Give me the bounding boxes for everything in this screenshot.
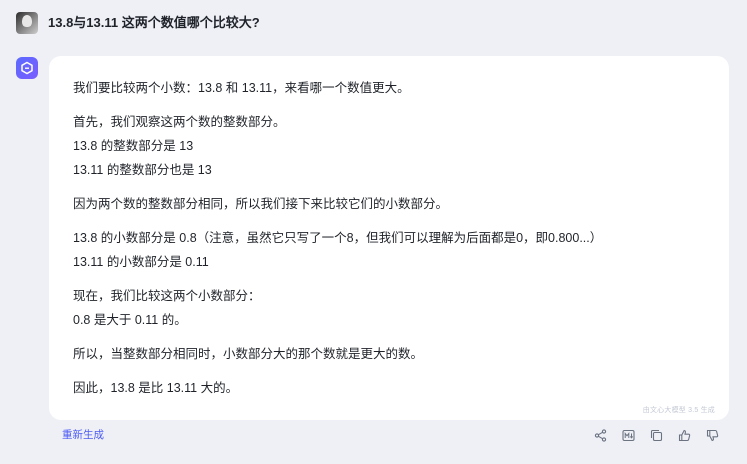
user-message: 13.8与13.11 这两个数值哪个比较大?: [16, 12, 260, 34]
answer-paragraph: 13.11 的整数部分也是 13: [73, 163, 212, 177]
user-avatar: [16, 12, 38, 34]
answer-paragraph: 13.11 的小数部分是 0.11: [73, 255, 209, 269]
share-icon[interactable]: [593, 428, 607, 442]
answer-paragraph: 13.8 的小数部分是 0.8（注意，虽然它只写了一个8，但我们可以理解为后面都…: [73, 231, 603, 245]
answer-paragraph: 0.8 是大于 0.11 的。: [73, 313, 187, 327]
regenerate-button[interactable]: 重新生成: [62, 428, 104, 442]
answer-paragraph: 13.8 的整数部分是 13: [73, 139, 194, 153]
answer-paragraph: 现在，我们比较这两个小数部分：: [73, 289, 261, 303]
bot-logo-icon: [21, 61, 33, 75]
answer-paragraph: 首先，我们观察这两个数的整数部分。: [73, 115, 286, 129]
markdown-icon[interactable]: [621, 428, 635, 442]
bot-avatar: [16, 57, 38, 79]
copy-icon[interactable]: [649, 428, 663, 442]
answer-actions: [593, 428, 719, 442]
answer-card: 我们要比较两个小数：13.8 和 13.11，来看哪一个数值更大。 首先，我们观…: [49, 56, 729, 420]
generated-by-watermark: 由文心大模型 3.5 生成: [642, 407, 715, 414]
answer-paragraph: 所以，当整数部分相同时，小数部分大的那个数就是更大的数。: [73, 347, 424, 361]
answer-paragraph: 因为两个数的整数部分相同，所以我们接下来比较它们的小数部分。: [73, 197, 449, 211]
user-question-text: 13.8与13.11 这两个数值哪个比较大?: [48, 15, 260, 30]
answer-paragraph: 我们要比较两个小数：13.8 和 13.11，来看哪一个数值更大。: [73, 81, 410, 95]
thumbs-down-icon[interactable]: [705, 428, 719, 442]
thumbs-up-icon[interactable]: [677, 428, 691, 442]
answer-paragraph: 因此，13.8 是比 13.11 大的。: [73, 381, 239, 395]
answer-body: 我们要比较两个小数：13.8 和 13.11，来看哪一个数值更大。 首先，我们观…: [73, 76, 705, 400]
